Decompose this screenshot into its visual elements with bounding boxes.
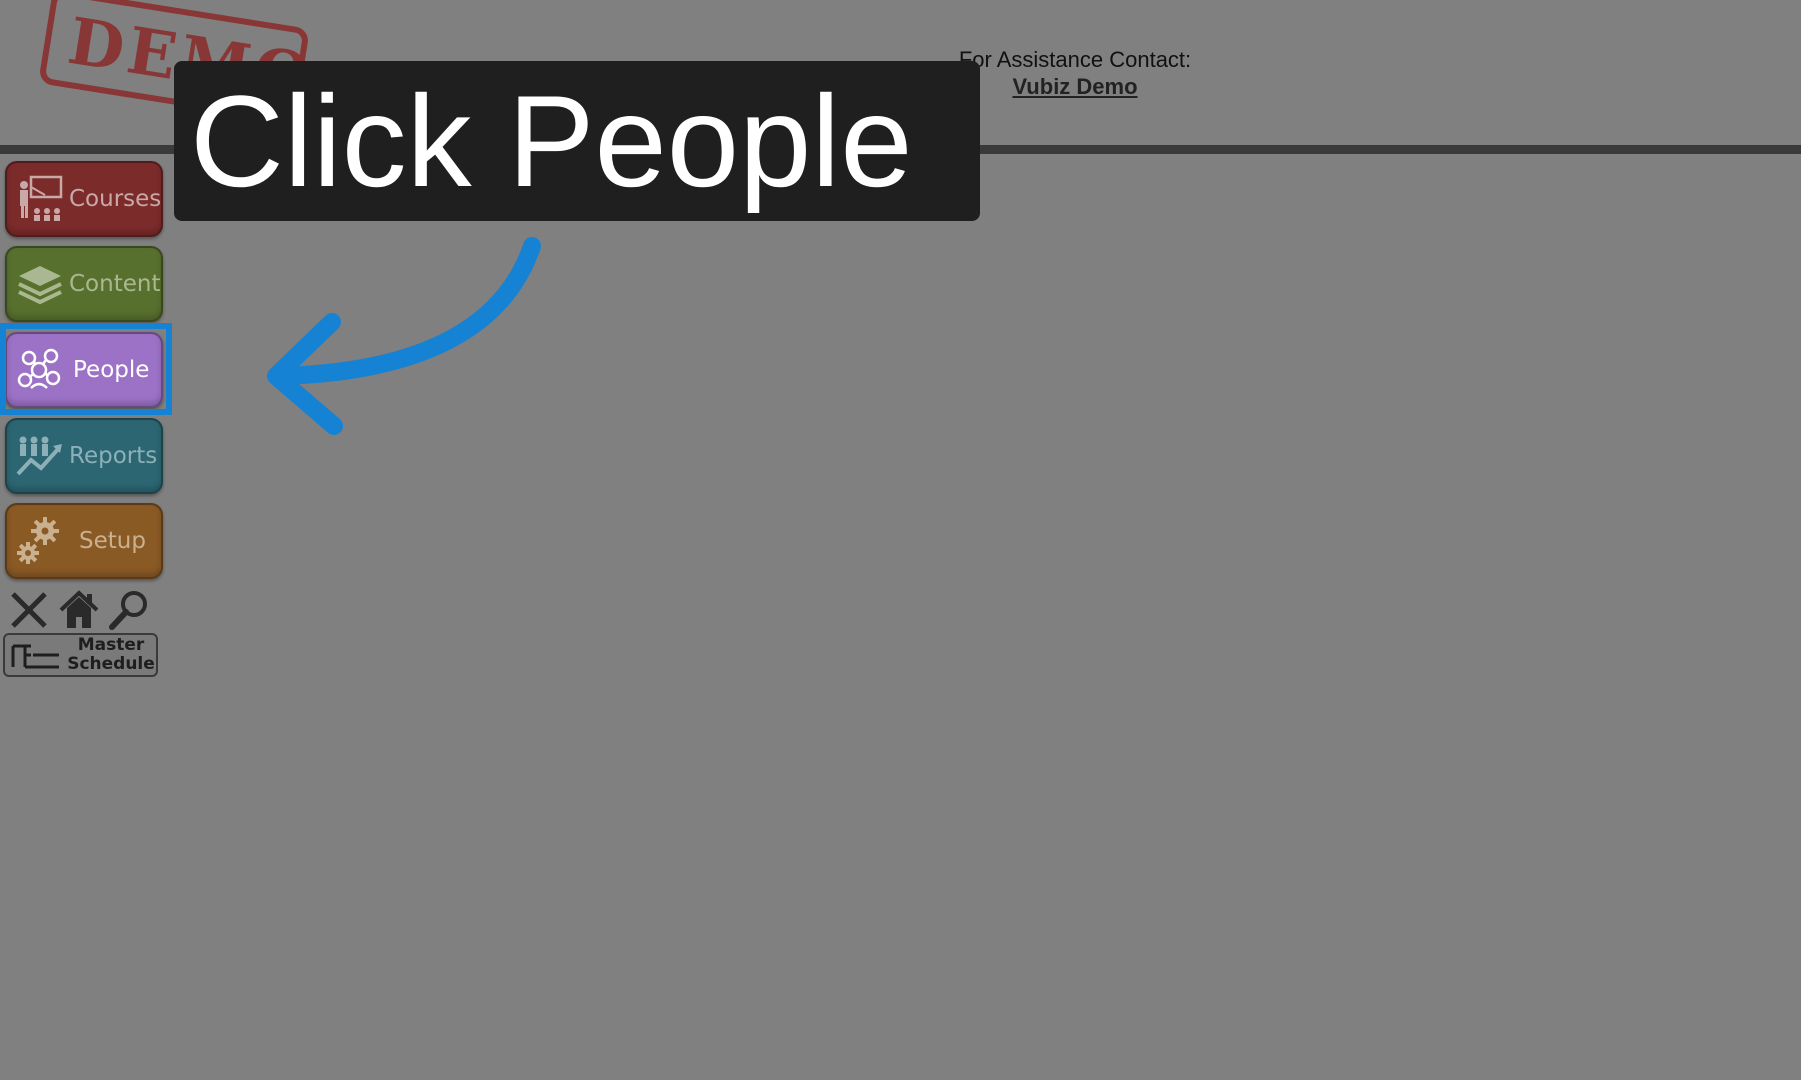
sidebar-item-label: Setup: [79, 528, 146, 554]
close-icon[interactable]: [7, 588, 51, 632]
presentation-icon: [20, 175, 63, 221]
master-schedule-label: Master Schedule: [65, 636, 157, 674]
search-icon[interactable]: [107, 588, 151, 632]
schedule-icon: [11, 644, 59, 669]
master-schedule-line2: Schedule: [67, 654, 155, 674]
sidebar-item-people[interactable]: People: [5, 332, 163, 408]
sidebar-item-setup[interactable]: Setup: [5, 503, 163, 579]
instruction-callout: Click People: [174, 61, 980, 221]
page: DEMO For Assistance Contact: Vubiz Demo …: [0, 0, 1801, 1080]
sidebar-item-courses[interactable]: Courses: [5, 161, 163, 237]
master-schedule-button[interactable]: Master Schedule: [3, 633, 158, 677]
gears-icon: [17, 517, 59, 564]
sidebar-item-label: Content: [69, 271, 161, 297]
sidebar-item-label: Courses: [69, 186, 162, 212]
network-people-icon: [17, 348, 61, 389]
sidebar-item-reports[interactable]: Reports: [5, 418, 163, 494]
callout-text: Click People: [190, 68, 913, 214]
sidebar-item-content[interactable]: Content: [5, 246, 163, 322]
pointer-arrow-icon: [267, 237, 541, 435]
chart-people-icon: [16, 436, 62, 476]
home-icon[interactable]: [57, 588, 101, 632]
sidebar-item-label: People: [73, 357, 150, 383]
master-schedule-line1: Master: [77, 635, 145, 655]
sidebar-item-label: Reports: [69, 443, 158, 469]
stack-icon: [18, 266, 62, 305]
assistance-contact-link[interactable]: Vubiz Demo: [1012, 73, 1137, 100]
